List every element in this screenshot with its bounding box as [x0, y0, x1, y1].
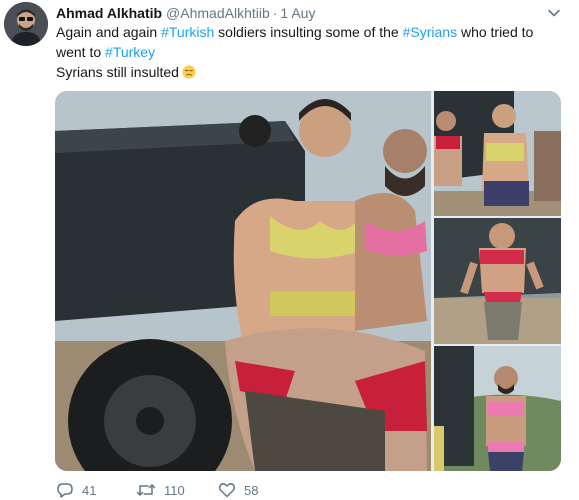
retweet-icon: [136, 484, 156, 496]
photo-4-image: [434, 346, 561, 471]
photo-1-image: [55, 91, 431, 471]
text-segment: went to: [56, 44, 106, 60]
avatar-image: [4, 2, 48, 46]
photo-4[interactable]: [434, 346, 561, 471]
photo-3[interactable]: [434, 218, 561, 344]
heart-icon: [218, 483, 236, 498]
chevron-down-icon[interactable]: [547, 6, 561, 20]
reply-count: 41: [82, 482, 97, 498]
text-segment: soldiers insulting some of the: [214, 24, 403, 40]
text-segment: who tried to: [457, 24, 534, 40]
tweet-timestamp[interactable]: 1 Auy: [280, 5, 315, 21]
author-handle[interactable]: @AhmadAlkhtiib: [166, 5, 270, 21]
photo-2-image: [434, 91, 561, 216]
hashtag-turkish[interactable]: #Turkish: [161, 24, 214, 40]
retweet-count: 110: [164, 482, 185, 498]
separator-dot: ·: [272, 5, 278, 21]
tweet[interactable]: Ahmad Alkhatib @AhmadAlkhtiib · 1 Auy Again…: [0, 0, 579, 500]
disappointed-face-icon: [182, 65, 196, 79]
tweet-text-line-2: went to #Turkey: [56, 42, 556, 62]
author-name[interactable]: Ahmad Alkhatib: [56, 5, 162, 21]
photo-1[interactable]: [55, 91, 431, 471]
reply-icon: [57, 483, 73, 498]
avatar[interactable]: [4, 2, 48, 46]
hashtag-syrians[interactable]: #Syrians: [403, 24, 457, 40]
tweet-text: Again and again #Turkish soldiers insult…: [56, 22, 556, 82]
retweet-button[interactable]: 110: [136, 480, 185, 500]
photo-3-image: [434, 218, 561, 344]
text-segment: Again and again: [56, 24, 162, 40]
tweet-header: Ahmad Alkhatib @AhmadAlkhtiib · 1 Auy: [56, 3, 539, 23]
hashtag-turkey[interactable]: #Turkey: [105, 44, 155, 60]
photo-2[interactable]: [434, 91, 561, 216]
like-count: 58: [244, 482, 259, 498]
media-grid: [55, 91, 561, 471]
like-button[interactable]: 58: [218, 480, 258, 500]
tweet-text-line-1: Again and again #Turkish soldiers insult…: [56, 22, 556, 42]
text-segment: Syrians still insulted: [56, 64, 179, 80]
reply-button[interactable]: 41: [56, 480, 96, 500]
tweet-text-line-3: Syrians still insulted: [56, 62, 556, 82]
